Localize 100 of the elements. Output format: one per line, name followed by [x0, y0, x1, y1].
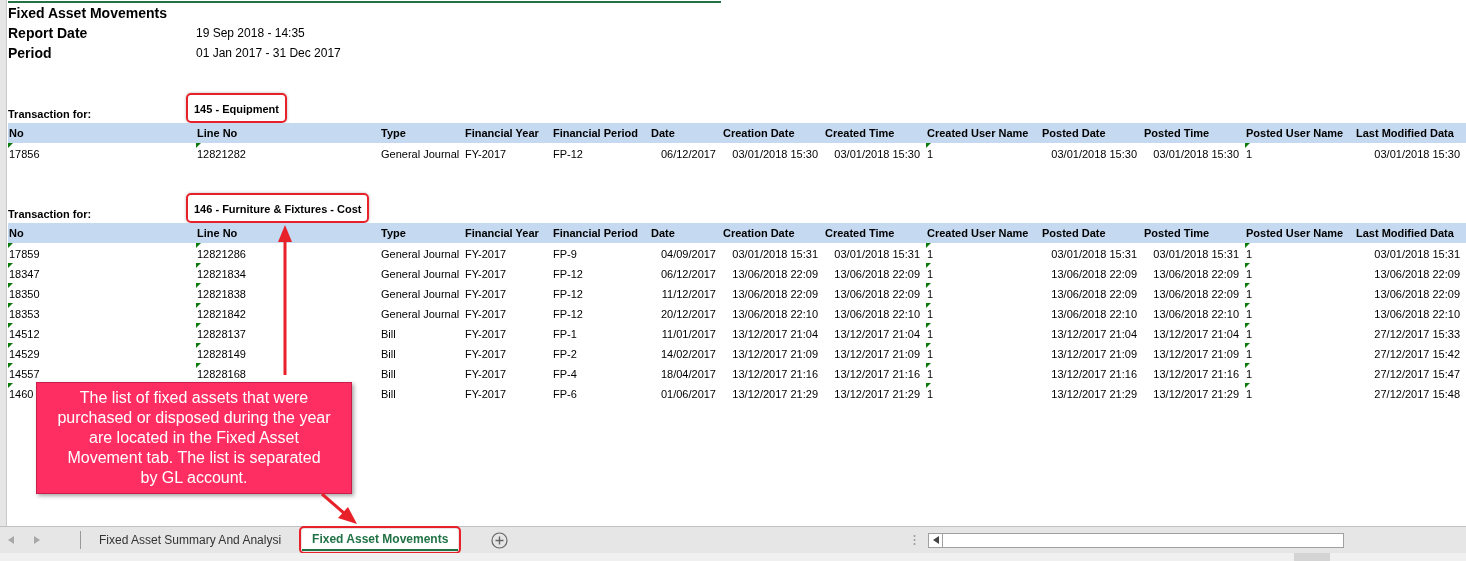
table-cell: 12821286: [197, 248, 246, 260]
table-cell: FY-2017: [465, 308, 507, 320]
table-cell: General Journal: [381, 288, 460, 300]
table-cell: 1: [1246, 308, 1253, 320]
field-label: Report Date: [8, 23, 89, 43]
table-cell: 03/01/2018 15:30: [1051, 148, 1137, 160]
table-cell: 27/12/2017 15:48: [1374, 388, 1460, 400]
field-value: 01 Jan 2017 - 31 Dec 2017: [196, 45, 341, 62]
table-cell: Bill: [381, 368, 396, 380]
table-cell: FY-2017: [465, 288, 507, 300]
table-cell: FY-2017: [465, 348, 507, 360]
table-cell: 27/12/2017 15:42: [1374, 348, 1460, 360]
table-cell: Bill: [381, 348, 396, 360]
column-header: Posted User Name: [1245, 125, 1345, 141]
scroll-left-icon[interactable]: [932, 536, 939, 544]
column-header: Type: [380, 125, 407, 141]
report-title: Fixed Asset Movements: [8, 3, 167, 23]
column-header: Created User Name: [926, 125, 1030, 141]
sheet-tab[interactable]: Fixed Asset Summary And Analysi: [89, 529, 292, 551]
table-cell: 17859: [9, 248, 40, 260]
account-label: 145 - Equipment: [194, 103, 279, 115]
table-cell: FP-12: [553, 288, 583, 300]
table-cell: 13/06/2018 22:09: [1374, 288, 1460, 300]
column-header: Creation Date: [722, 125, 796, 141]
table-cell: FP-12: [553, 308, 583, 320]
table-cell: FP-4: [553, 368, 577, 380]
account-label: 146 - Furniture & Fixtures - Cost: [194, 203, 362, 215]
table-cell: FP-12: [553, 268, 583, 280]
table-cell: 12828137: [197, 328, 246, 340]
table-cell: 13/12/2017 21:04: [1153, 328, 1239, 340]
table-cell: 13/06/2018 22:10: [834, 308, 920, 320]
column-header: Financial Year: [464, 225, 540, 241]
table-cell: 13/06/2018 22:09: [732, 268, 818, 280]
table-cell: 13/12/2017 21:09: [1051, 348, 1137, 360]
table-cell: 03/01/2018 15:30: [1374, 148, 1460, 160]
sheet-tab[interactable]: Fixed Asset Movements: [302, 529, 459, 551]
table-cell: 13/12/2017 21:16: [732, 368, 818, 380]
column-header: No: [8, 125, 25, 141]
table-cell: 18353: [9, 308, 40, 320]
table-cell: 14512: [9, 328, 40, 340]
table-cell: 1: [927, 268, 934, 280]
table-cell: 04/09/2017: [660, 248, 716, 260]
view-toggle[interactable]: [1294, 553, 1330, 561]
table-cell: 1460: [9, 388, 34, 400]
add-sheet-icon[interactable]: [491, 531, 509, 549]
table-cell: FY-2017: [465, 368, 507, 380]
column-header: Created User Name: [926, 225, 1030, 241]
column-header: Posted Date: [1041, 225, 1107, 241]
column-header: Last Modified Data: [1355, 125, 1455, 141]
table-cell: FY-2017: [465, 148, 507, 160]
table-cell: 12821838: [197, 288, 246, 300]
column-header: Line No: [196, 225, 239, 241]
table-cell: FP-6: [553, 388, 577, 400]
table-cell: FY-2017: [465, 268, 507, 280]
table-cell: 13/12/2017 21:16: [1051, 368, 1137, 380]
column-header: Financial Year: [464, 125, 540, 141]
table-cell: 13/12/2017 21:16: [834, 368, 920, 380]
table-cell: FP-9: [553, 248, 577, 260]
arrow: [321, 492, 357, 524]
table-cell: General Journal: [381, 248, 460, 260]
table-cell: 03/01/2018 15:30: [834, 148, 920, 160]
table-cell: 1: [1246, 288, 1253, 300]
table-cell: 13/06/2018 22:10: [1051, 308, 1137, 320]
table-cell: 12821282: [197, 148, 246, 160]
column-header: Type: [380, 225, 407, 241]
table-cell: 13/06/2018 22:09: [1153, 288, 1239, 300]
table-cell: 1: [927, 148, 934, 160]
table-cell: 13/06/2018 22:09: [1051, 288, 1137, 300]
table-cell: 11/01/2017: [661, 328, 716, 340]
table-cell: 13/12/2017 21:09: [732, 348, 818, 360]
table-cell: FP-2: [553, 348, 577, 360]
table-cell: 18350: [9, 288, 40, 300]
transaction-label: Transaction for:: [8, 106, 93, 122]
table-cell: 13/12/2017 21:29: [732, 388, 818, 400]
column-header: Posted Time: [1143, 125, 1211, 141]
table-cell: General Journal: [381, 268, 460, 280]
table-cell: 1: [927, 308, 934, 320]
column-header: Line No: [196, 125, 239, 141]
table-cell: 1: [1246, 248, 1253, 260]
table-cell: 03/01/2018 15:30: [732, 148, 818, 160]
table-cell: 03/01/2018 15:31: [1153, 248, 1239, 260]
column-header: Created Time: [824, 225, 896, 241]
table-cell: 13/12/2017 21:04: [834, 328, 920, 340]
splitter-icon[interactable]: [913, 534, 917, 546]
table-cell: 03/01/2018 15:31: [1374, 248, 1460, 260]
table-cell: 14557: [9, 368, 40, 380]
scroll-right-icon[interactable]: [34, 536, 40, 544]
table-cell: 13/06/2018 22:09: [834, 268, 920, 280]
table-cell: 13/06/2018 22:09: [732, 288, 818, 300]
table-cell: 13/06/2018 22:10: [1374, 308, 1460, 320]
column-header: Date: [650, 225, 676, 241]
table-cell: 13/12/2017 21:29: [1051, 388, 1137, 400]
table-cell: 14529: [9, 348, 40, 360]
table-cell: 1: [927, 348, 934, 360]
column-header: No: [8, 225, 25, 241]
table-cell: 13/12/2017 21:29: [1153, 388, 1239, 400]
horizontal-scrollbar[interactable]: [928, 532, 1345, 548]
table-cell: General Journal: [381, 308, 460, 320]
table-cell: 1: [927, 248, 934, 260]
table-cell: 03/01/2018 15:31: [834, 248, 920, 260]
